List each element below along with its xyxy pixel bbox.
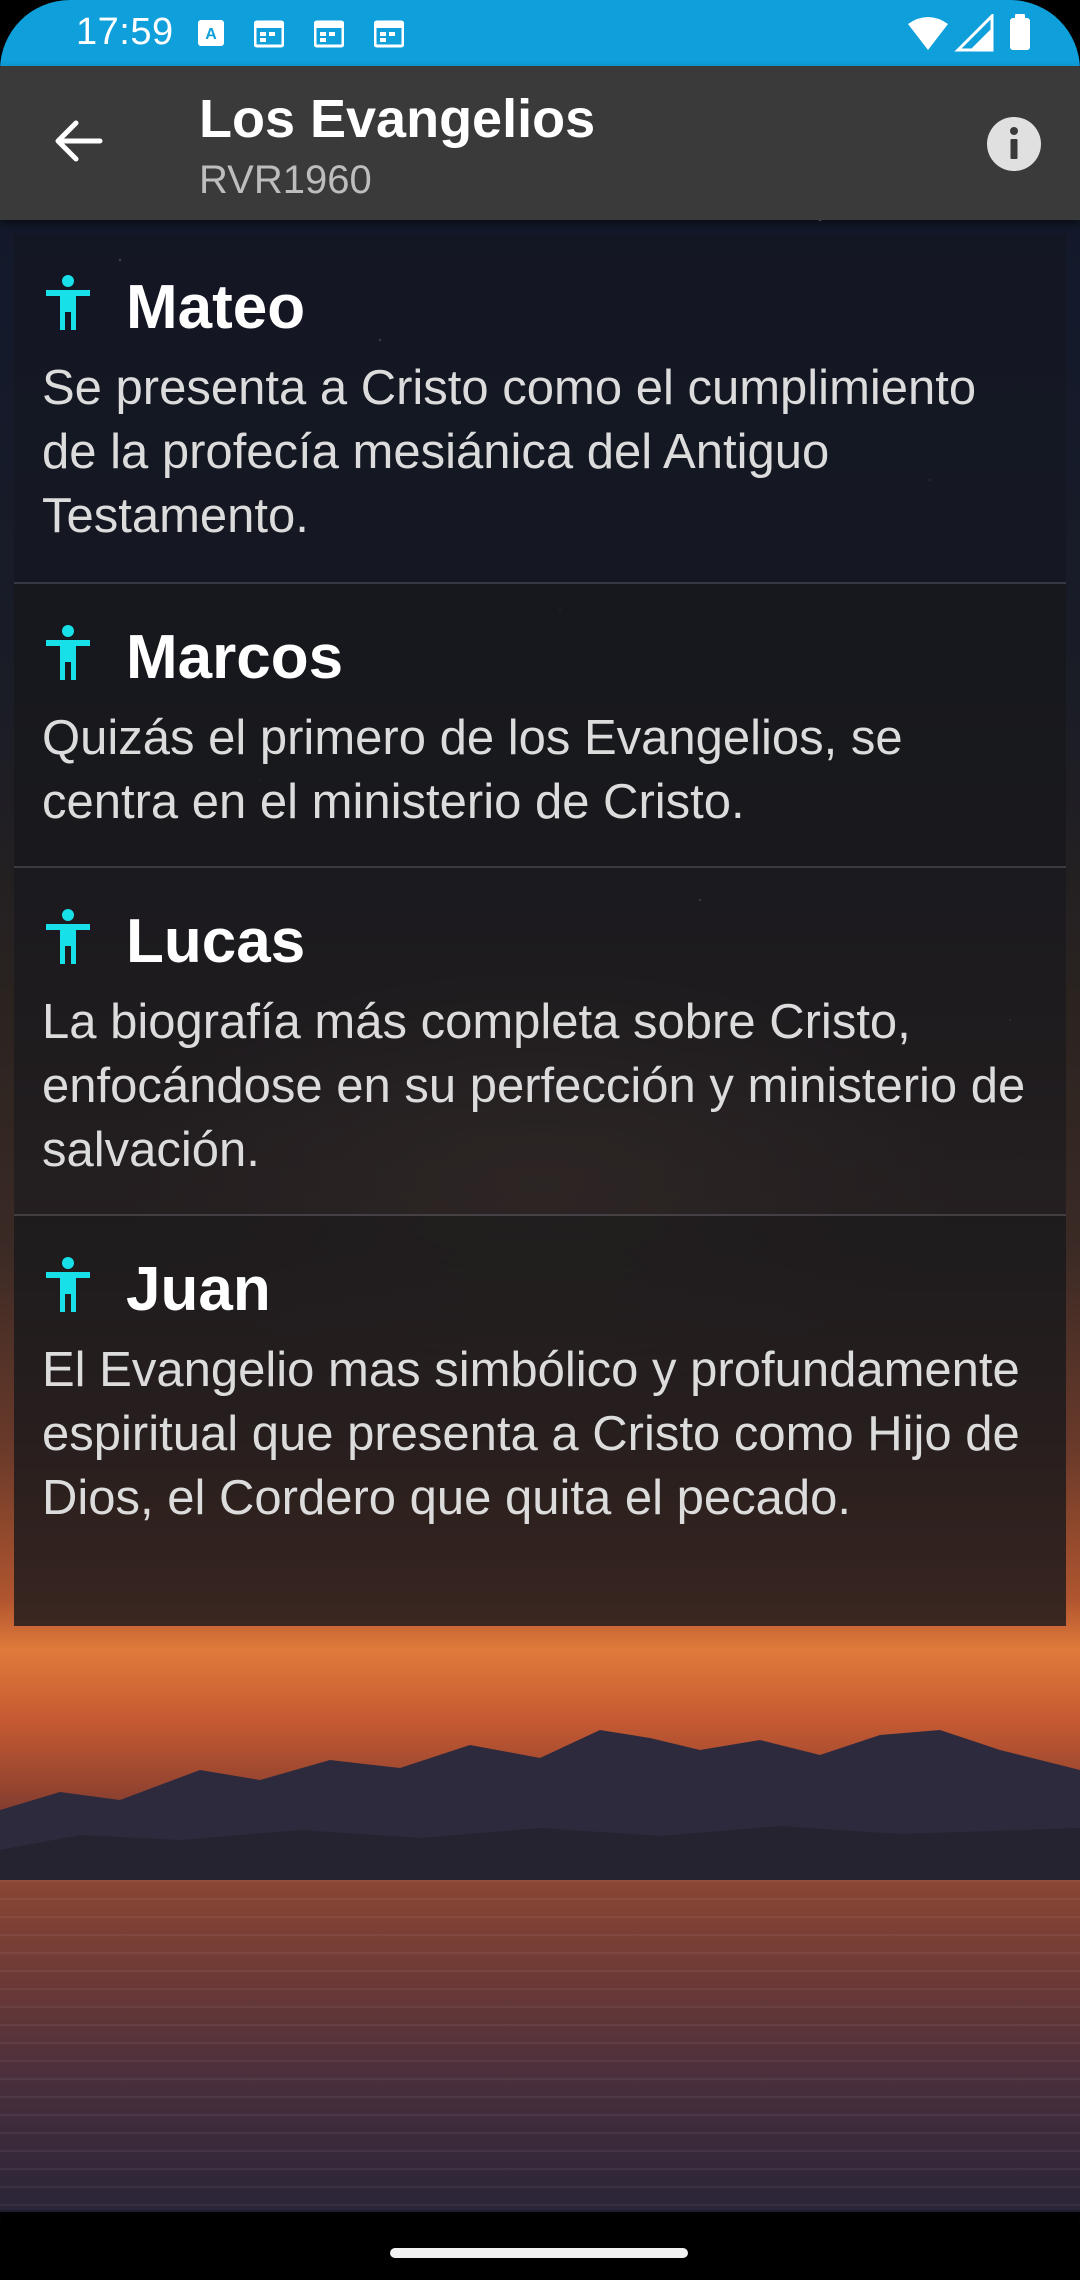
item-title: Lucas (126, 907, 306, 976)
calendar-icon (374, 20, 404, 48)
info-icon[interactable] (986, 116, 1042, 172)
wifi-icon (908, 17, 948, 50)
home-gesture-bar[interactable] (390, 2248, 688, 2258)
gospel-list: Mateo Se presenta a Cristo como el cumpl… (14, 234, 1066, 1626)
page-title: Los Evangelios (199, 89, 596, 149)
list-item-juan[interactable]: Juan El Evangelio mas simbólico y profun… (14, 1216, 1066, 1626)
page-subtitle: RVR1960 (199, 158, 372, 202)
person-icon (46, 909, 90, 964)
system-status-icons (908, 14, 1030, 52)
list-item-mateo[interactable]: Mateo Se presenta a Cristo como el cumpl… (14, 234, 1066, 584)
phone-screen: 17:59 A Los Evangelios RVR1960 Mateo Se … (0, 0, 1080, 2280)
item-description: La biografía más completa sobre Cristo, … (42, 995, 1026, 1177)
list-item-lucas[interactable]: Lucas La biografía más completa sobre Cr… (14, 868, 1066, 1216)
sea-reflections (0, 1880, 1080, 2210)
app-bar: Los Evangelios RVR1960 (0, 66, 1080, 220)
item-title: Mateo (126, 273, 306, 342)
item-description: Se presenta a Cristo como el cumplimient… (42, 361, 977, 543)
item-description: El Evangelio mas simbólico y profundamen… (42, 1343, 1020, 1525)
calendar-icon (254, 20, 284, 48)
person-icon (46, 625, 90, 680)
battery-icon (1010, 18, 1030, 50)
navigation-bar (0, 2212, 1080, 2280)
status-time: 17:59 (76, 11, 174, 53)
back-arrow-icon[interactable] (48, 111, 108, 171)
svg-text:A: A (205, 26, 217, 43)
list-item-marcos[interactable]: Marcos Quizás el primero de los Evangeli… (14, 584, 1066, 868)
item-description: Quizás el primero de los Evangelios, se … (42, 711, 903, 829)
status-bar: 17:59 A (0, 0, 1080, 66)
text-icon: A (198, 20, 224, 46)
item-title: Marcos (126, 623, 344, 692)
person-icon (46, 275, 90, 330)
mountains-silhouette (0, 1730, 1080, 1880)
item-title: Juan (126, 1255, 271, 1324)
calendar-icon (314, 20, 344, 48)
person-icon (46, 1257, 90, 1312)
